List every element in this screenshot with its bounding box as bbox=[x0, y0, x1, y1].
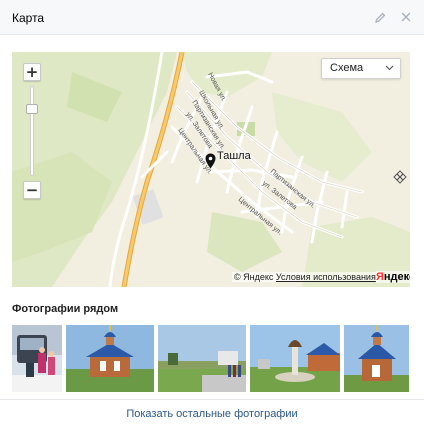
map-layer-label: Схема bbox=[330, 62, 364, 74]
zoom-in-button[interactable]: + bbox=[23, 63, 41, 81]
dialog-footer: Показать остальные фотографии bbox=[0, 399, 424, 427]
terms-link[interactable]: Условия использования bbox=[276, 272, 376, 282]
place-label: Ташла bbox=[217, 150, 251, 162]
zoom-slider-track[interactable] bbox=[30, 86, 34, 176]
map-layer-select[interactable]: Схема bbox=[321, 58, 401, 79]
photo-image bbox=[66, 325, 154, 392]
chevron-down-icon bbox=[385, 65, 394, 71]
photo-thumbnail[interactable] bbox=[66, 325, 154, 392]
photo-thumbnail[interactable] bbox=[250, 325, 340, 392]
edit-button[interactable] bbox=[372, 9, 388, 25]
photo-image bbox=[158, 325, 246, 392]
photo-image bbox=[344, 325, 409, 392]
close-icon bbox=[401, 12, 411, 22]
photo-image bbox=[250, 325, 340, 392]
photo-thumbnail[interactable] bbox=[12, 325, 62, 392]
yandex-logo[interactable]: Яндекс bbox=[376, 271, 410, 283]
photo-thumbnail[interactable] bbox=[158, 325, 246, 392]
photo-image bbox=[12, 325, 62, 392]
show-more-photos-link[interactable]: Показать остальные фотографии bbox=[0, 408, 424, 420]
logo-first-letter: Я bbox=[376, 271, 384, 283]
zoom-out-button[interactable]: − bbox=[23, 181, 41, 199]
dialog-header: Карта bbox=[0, 0, 424, 35]
dialog-title: Карта bbox=[12, 11, 45, 25]
location-pin-icon[interactable] bbox=[205, 153, 216, 169]
photos-nearby-title: Фотографии рядом bbox=[12, 303, 119, 315]
map-view[interactable]: Новая ул. Школьная ул. Партизанская ул. … bbox=[12, 52, 410, 287]
map-attribution: © Яндекс Условия использования bbox=[232, 272, 378, 282]
photo-thumbnail[interactable] bbox=[344, 325, 409, 392]
pencil-icon bbox=[374, 12, 385, 23]
close-button[interactable] bbox=[398, 9, 414, 25]
zoom-slider-handle[interactable] bbox=[26, 104, 38, 114]
map-canvas: Новая ул. Школьная ул. Партизанская ул. … bbox=[12, 52, 410, 287]
logo-rest: ндекс bbox=[383, 271, 410, 283]
attribution-copyright: © Яндекс bbox=[234, 272, 274, 282]
map-dialog: Карта Новая ул. Школьная ул. Партизанска… bbox=[0, 0, 424, 427]
fullscreen-icon[interactable] bbox=[393, 170, 407, 184]
